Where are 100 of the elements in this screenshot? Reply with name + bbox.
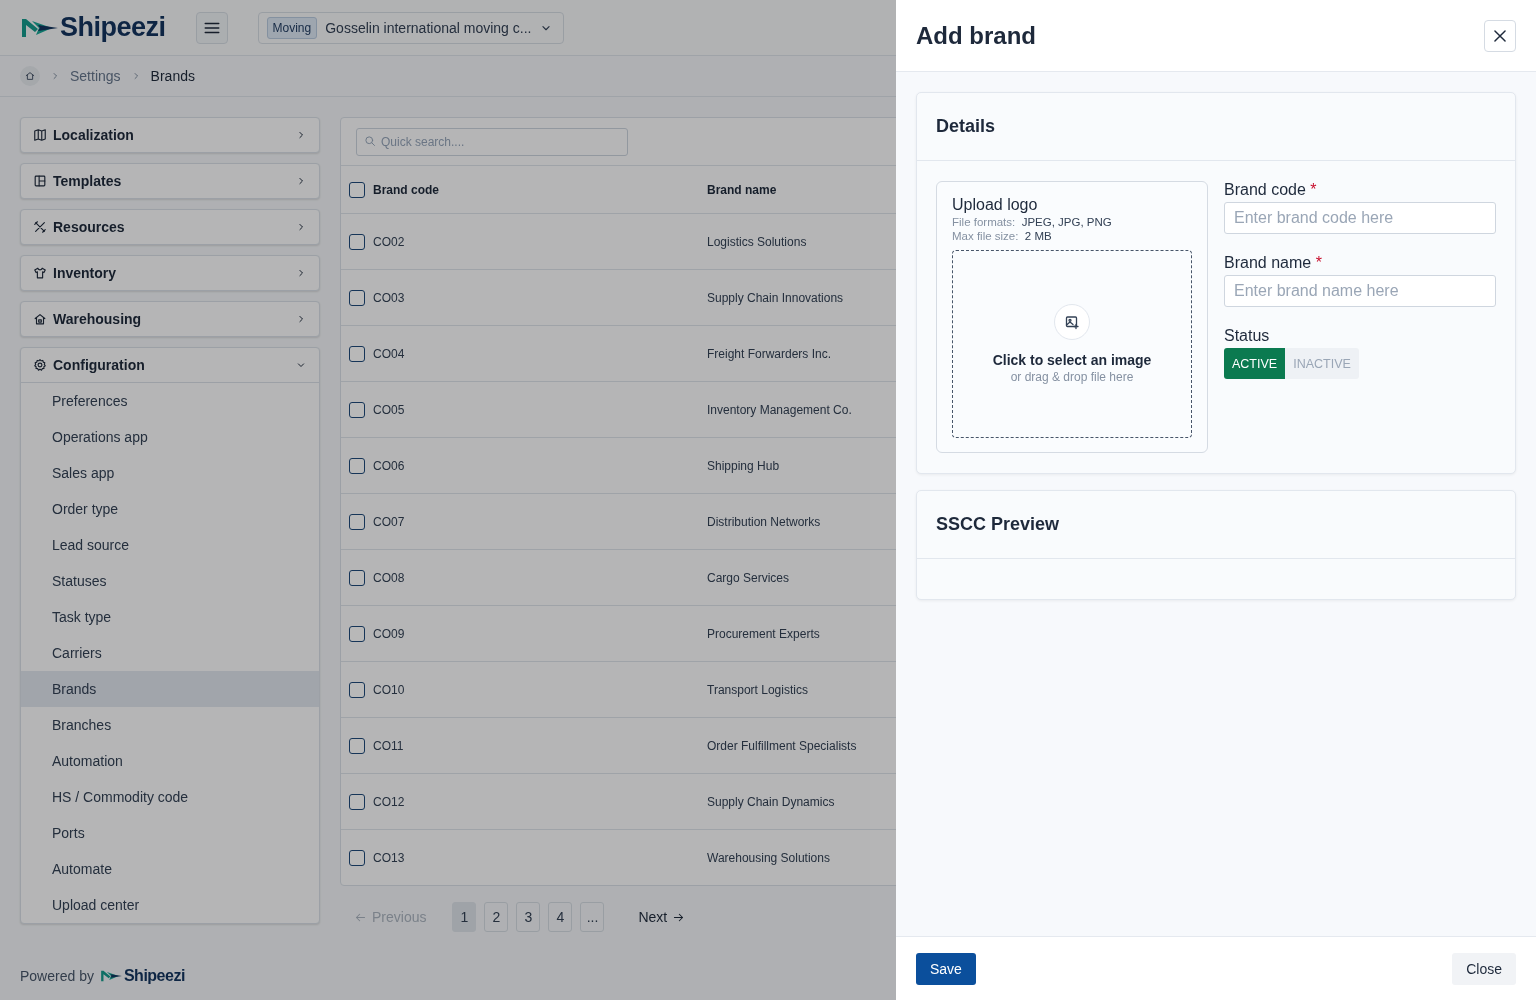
layout-icon — [33, 174, 47, 188]
home-button[interactable] — [20, 66, 40, 86]
company-selector[interactable]: Moving Gosselin international moving c... — [257, 11, 565, 44]
field-label: Brand name * — [1224, 254, 1323, 272]
save-button[interactable]: Save — [916, 952, 976, 985]
breadcrumb-link[interactable]: Brands — [150, 68, 195, 84]
text-field[interactable]: Enter brand name here — [1224, 275, 1496, 307]
table-cell: CO02 — [373, 234, 405, 249]
section-header[interactable]: Localization — [21, 118, 319, 152]
chevron-right-icon — [50, 71, 60, 81]
row-checkbox[interactable] — [349, 569, 365, 586]
table-cell: Logistics Solutions — [707, 234, 807, 249]
map-icon — [33, 128, 47, 142]
column-header[interactable]: Brand code — [373, 182, 439, 197]
sidebar-item[interactable]: Order type — [21, 491, 319, 527]
sidebar-item[interactable]: Upload center — [21, 887, 319, 923]
sidebar-item[interactable]: Automation — [21, 743, 319, 779]
sidebar-item[interactable]: Statuses — [21, 563, 319, 599]
row-checkbox[interactable] — [349, 401, 365, 418]
table-cell: CO03 — [373, 290, 405, 305]
tools-icon — [33, 220, 47, 234]
table-cell: Procurement Experts — [707, 626, 820, 641]
row-checkbox[interactable] — [349, 737, 365, 754]
file-size-text: Max file size: 2 MB — [952, 230, 1053, 242]
next-button[interactable]: Next — [634, 905, 690, 929]
section-header[interactable]: Inventory — [21, 256, 319, 290]
table-cell: Warehousing Solutions — [707, 850, 830, 865]
column-header[interactable]: Brand name — [707, 182, 777, 197]
select-all-checkbox[interactable] — [349, 181, 365, 198]
image-icon — [1064, 314, 1080, 330]
section-header[interactable]: Warehousing — [21, 302, 319, 336]
shipeezi-logo: Shipeezi — [20, 12, 166, 43]
row-checkbox[interactable] — [349, 345, 365, 362]
sidebar-item[interactable]: Sales app — [21, 455, 319, 491]
sidebar-item[interactable]: Preferences — [21, 383, 319, 419]
section-header[interactable]: Configuration — [21, 348, 319, 382]
row-checkbox[interactable] — [349, 681, 365, 698]
row-checkbox[interactable] — [349, 625, 365, 642]
table-cell: Distribution Networks — [707, 514, 821, 529]
powered-by-text: Powered by — [20, 968, 94, 984]
field-label: Brand code * — [1224, 181, 1318, 199]
house-icon — [33, 312, 47, 326]
row-checkbox[interactable] — [349, 289, 365, 306]
drop-zone[interactable]: Click to select an image or drag & drop file here — [952, 250, 1192, 438]
table-cell: CO09 — [373, 626, 405, 641]
sidebar-item[interactable]: Lead source — [21, 527, 319, 563]
home-icon — [24, 70, 36, 82]
row-checkbox[interactable] — [349, 513, 365, 530]
section-header[interactable]: Resources — [21, 210, 319, 244]
table-cell: Shipping Hub — [707, 458, 780, 473]
field-label: Status — [1224, 327, 1271, 345]
table-cell: CO11 — [373, 738, 404, 753]
page-button[interactable]: 4 — [548, 902, 573, 932]
table-cell: Freight Forwarders Inc. — [707, 346, 832, 361]
table-cell: CO08 — [373, 570, 405, 585]
sidebar-item[interactable]: Carriers — [21, 635, 319, 671]
shipeezi-logo: Shipeezi — [99, 967, 185, 985]
search-field[interactable]: Quick search.... — [356, 127, 628, 156]
close-button[interactable] — [1484, 19, 1516, 52]
upload-title: Upload logo — [952, 196, 1039, 214]
table-cell: CO07 — [373, 514, 405, 529]
company-name: Gosselin international moving c... — [325, 19, 532, 36]
sidebar-item[interactable]: HS / Commodity code — [21, 779, 319, 815]
row-checkbox[interactable] — [349, 849, 365, 866]
row-checkbox[interactable] — [349, 457, 365, 474]
row-checkbox[interactable] — [349, 233, 365, 250]
page-button[interactable]: 3 — [516, 902, 541, 932]
sidebar-item[interactable]: Brands — [21, 671, 319, 707]
page-button[interactable]: 1 — [452, 902, 477, 932]
table-cell: CO12 — [373, 794, 405, 809]
table-cell: CO10 — [373, 682, 405, 697]
file-formats-text: File formats: JPEG, JPG, PNG — [952, 216, 1113, 228]
sidebar-item[interactable]: Automate — [21, 851, 319, 887]
gear-icon — [33, 358, 47, 372]
sidebar-item[interactable]: Operations app — [21, 419, 319, 455]
section-header[interactable]: Templates — [21, 164, 319, 198]
table-cell: Supply Chain Innovations — [707, 290, 844, 305]
table-cell: Transport Logistics — [707, 682, 808, 697]
sidebar-item[interactable]: Ports — [21, 815, 319, 851]
table-cell: Supply Chain Dynamics — [707, 794, 835, 809]
table-cell: Inventory Management Co. — [707, 402, 852, 417]
text-field[interactable]: Enter brand code here — [1224, 202, 1496, 234]
page-button[interactable]: 2 — [484, 902, 509, 932]
drop-hint: or drag & drop file here — [1010, 370, 1134, 384]
table-cell: Order Fulfillment Specialists — [707, 738, 857, 753]
page-button[interactable]: ... — [580, 902, 605, 932]
card-title: SSCC Preview — [936, 514, 1060, 535]
sidebar-item[interactable]: Task type — [21, 599, 319, 635]
card-title: Details — [936, 116, 996, 137]
sidebar-item[interactable]: Branches — [21, 707, 319, 743]
table-cell: CO05 — [373, 402, 405, 417]
shirt-icon — [33, 266, 47, 280]
row-checkbox[interactable] — [349, 793, 365, 810]
close-button[interactable]: Close — [1452, 952, 1516, 985]
table-cell: CO04 — [373, 346, 405, 361]
menu-button[interactable] — [195, 11, 228, 44]
type-badge: Moving — [266, 16, 318, 39]
table-cell: CO13 — [373, 850, 405, 865]
status-option[interactable]: ACTIVE — [1224, 348, 1286, 379]
breadcrumb-link[interactable]: Settings — [70, 68, 121, 84]
